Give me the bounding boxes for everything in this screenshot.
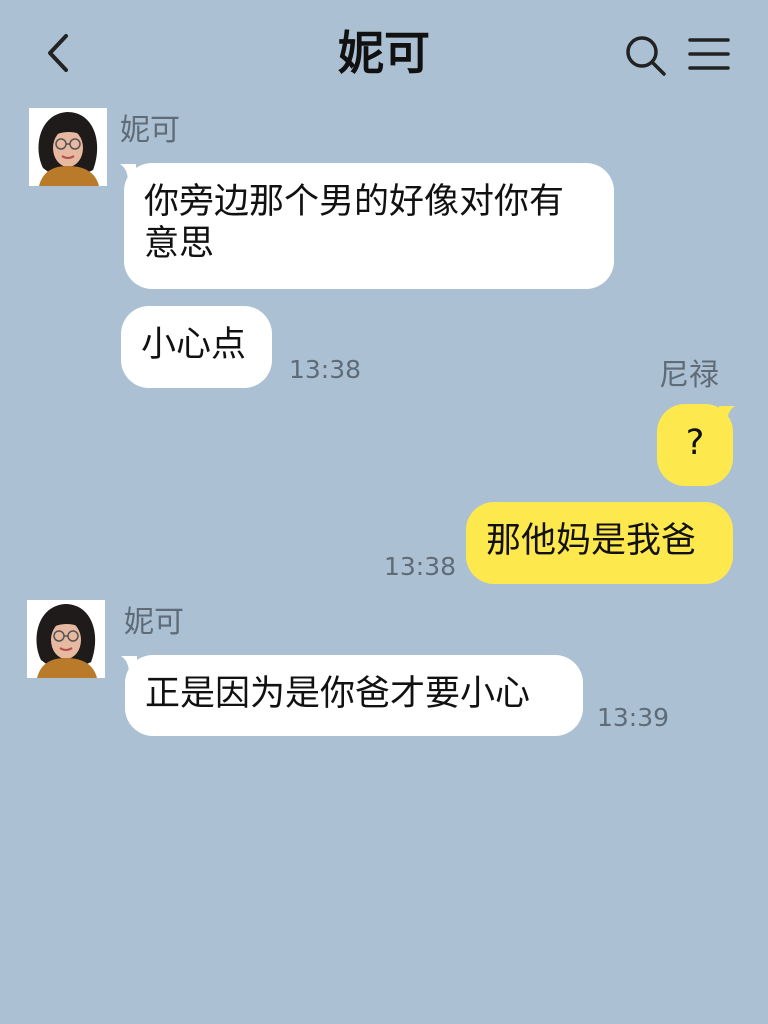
sender-name: 尼禄: [659, 358, 719, 393]
sender-name: 妮可: [120, 113, 180, 148]
search-icon: [626, 36, 666, 76]
menu-button[interactable]: [686, 34, 732, 74]
avatar[interactable]: [29, 108, 107, 186]
message-bubble[interactable]: 那他妈是我爸: [466, 502, 733, 584]
profile-photo-icon: [27, 600, 105, 678]
search-button[interactable]: [622, 32, 670, 80]
message-time: 13:38: [289, 355, 362, 384]
menu-icon: [688, 38, 730, 70]
message-bubble[interactable]: ?: [657, 404, 733, 486]
chat-header: 妮可: [0, 0, 768, 108]
message-time: 13:38: [384, 552, 457, 581]
message-bubble[interactable]: 小心点: [121, 306, 272, 388]
avatar[interactable]: [27, 600, 105, 678]
message-time: 13:39: [597, 703, 670, 732]
sender-name: 妮可: [124, 605, 184, 640]
profile-photo-icon: [29, 108, 107, 186]
message-bubble[interactable]: 你旁边那个男的好像对你有意思: [124, 163, 614, 289]
message-bubble[interactable]: 正是因为是你爸才要小心: [125, 655, 583, 736]
